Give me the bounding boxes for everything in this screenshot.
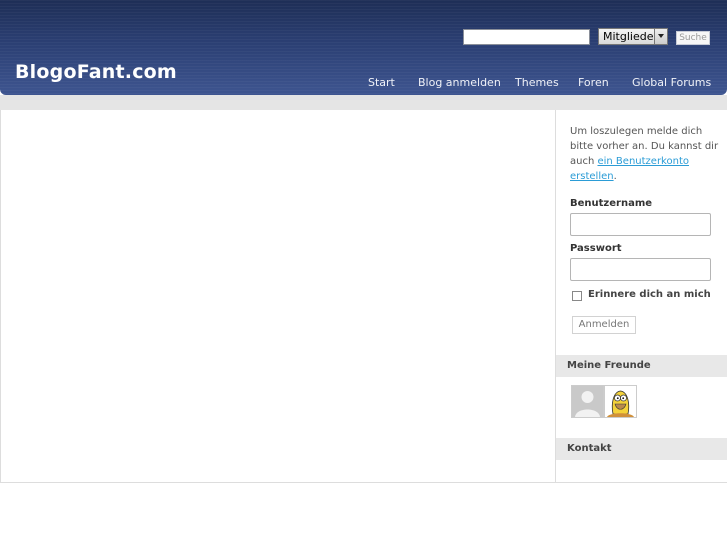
sidebar: Um loszulegen melde dich bitte vorher an…	[556, 110, 727, 483]
search-scope-value: Mitglieder	[603, 30, 658, 43]
nav-global-forums[interactable]: Global Forums	[632, 76, 711, 89]
username-field[interactable]	[570, 213, 711, 236]
chevron-down-icon	[654, 29, 667, 44]
login-button[interactable]: Anmelden	[572, 316, 636, 334]
login-intro: Um loszulegen melde dich bitte vorher an…	[570, 126, 719, 182]
friends-heading: Meine Freunde	[556, 355, 727, 377]
search-scope-select[interactable]: Mitglieder	[598, 28, 668, 45]
main-nav: Start Blog anmelden Themes Foren Global …	[0, 76, 727, 90]
remember-checkbox[interactable]	[572, 291, 582, 301]
search-button[interactable]: Suche	[676, 31, 710, 45]
password-field[interactable]	[570, 258, 711, 281]
username-label: Benutzername	[570, 198, 653, 209]
header-divider-bar	[0, 95, 727, 110]
main-content	[0, 110, 556, 483]
nav-blog-anmelden[interactable]: Blog anmelden	[418, 76, 501, 89]
homer-cartoon-icon	[605, 386, 636, 417]
nav-foren[interactable]: Foren	[578, 76, 609, 89]
site-header: Mitglieder Suche BlogoFant.com Start Blo…	[0, 0, 727, 95]
friend-avatar-homer[interactable]	[604, 385, 637, 418]
nav-themes[interactable]: Themes	[515, 76, 559, 89]
person-silhouette-icon	[572, 386, 603, 417]
password-label: Passwort	[570, 243, 622, 254]
nav-start[interactable]: Start	[368, 76, 395, 89]
remember-label: Erinnere dich an mich	[588, 289, 711, 300]
friend-avatar-default[interactable]	[571, 385, 604, 418]
search-input[interactable]	[463, 29, 590, 45]
contact-heading: Kontakt	[556, 438, 727, 460]
